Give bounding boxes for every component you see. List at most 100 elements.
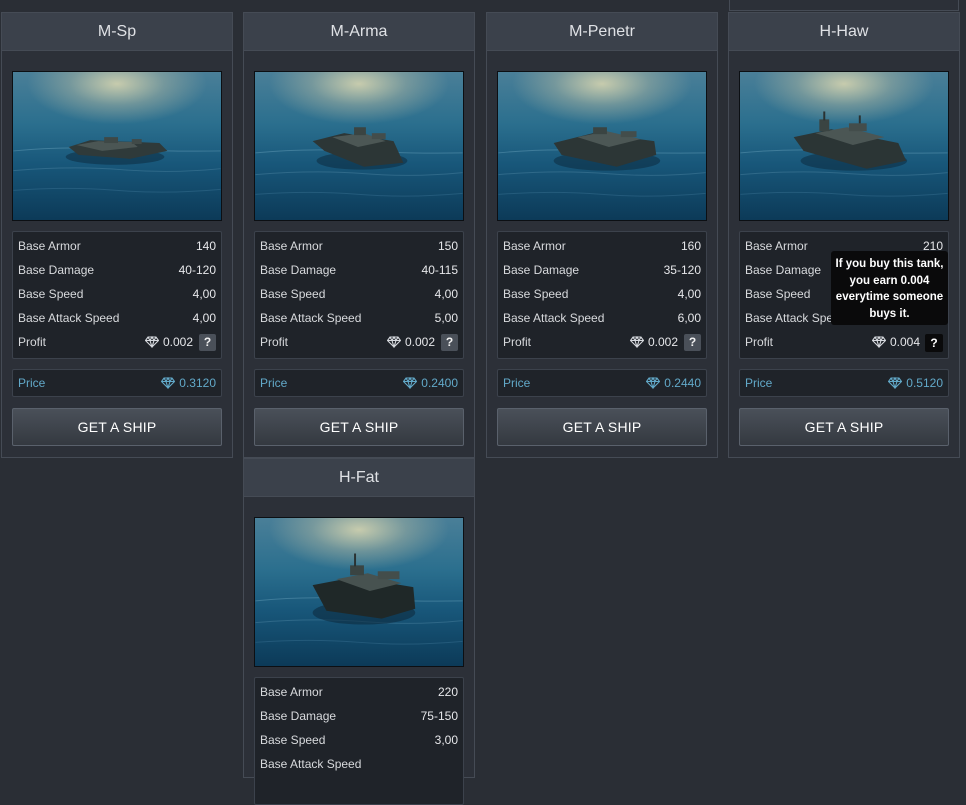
ship-card-m-penetr: M-Penetr Base Armor 160 Base Damage 35-120…	[486, 12, 718, 458]
ship-image	[254, 517, 464, 667]
get-a-ship-button[interactable]: GET A SHIP	[497, 408, 707, 446]
get-a-ship-button[interactable]: GET A SHIP	[254, 408, 464, 446]
ship-image	[254, 71, 464, 221]
stat-label: Profit	[503, 335, 532, 349]
stat-label: Base Speed	[503, 287, 569, 301]
stat-label: Profit	[745, 335, 774, 349]
price-amount: 0.2440	[664, 376, 701, 390]
stat-label: Base Attack Speed	[260, 757, 362, 771]
stat-label: Base Armor	[260, 239, 323, 253]
stat-base-speed: Base Speed 4,00	[498, 282, 706, 306]
profit-help-button-active[interactable]: ?	[925, 334, 943, 352]
stat-value: 35-120	[663, 263, 701, 277]
price-value-group: 0.5120	[888, 376, 943, 390]
ship-stats: Base Armor 160 Base Damage 35-120 Base Spe…	[497, 231, 707, 359]
diamond-icon	[646, 377, 661, 389]
stat-base-damage: Base Damage 75-150	[255, 704, 463, 728]
price-value-group: 0.2440	[646, 376, 701, 390]
stat-profit: Profit 0.004 ?	[740, 330, 948, 354]
stat-label: Base Damage	[260, 263, 337, 277]
profit-amount: 0.002	[404, 335, 435, 349]
stat-label: Profit	[260, 335, 289, 349]
ship-name: M-Arma	[244, 13, 474, 51]
stat-label: Base Attack Speed	[260, 311, 362, 325]
price-value-group: 0.2400	[403, 376, 458, 390]
stat-value: 150	[437, 239, 458, 253]
stat-base-attack-speed: Base Attack Speed 6,00	[498, 306, 706, 330]
profit-help-button[interactable]: ?	[441, 333, 458, 351]
price-box: Price 0.2440	[497, 369, 707, 397]
profit-tooltip: If you buy this tank, you earn 0.004 eve…	[831, 251, 948, 325]
diamond-icon	[386, 336, 401, 348]
diamond-icon	[871, 336, 886, 348]
stat-profit: Profit 0.002 ?	[13, 330, 221, 354]
profit-amount: 0.002	[647, 335, 678, 349]
get-a-ship-button[interactable]: GET A SHIP	[739, 408, 949, 446]
stat-label: Base Attack Speed	[18, 311, 120, 325]
price-value-group: 0.3120	[161, 376, 216, 390]
ship-stats: Base Armor 220 Base Damage 75-150 Base Spe…	[254, 677, 464, 805]
stat-value: 4,00	[434, 287, 458, 301]
stat-value: 4,00	[192, 311, 216, 325]
stat-base-damage: Base Damage 35-120	[498, 258, 706, 282]
stat-base-attack-speed: Base Attack Speed 4,00	[13, 306, 221, 330]
profit-value-group: 0.002 ?	[144, 333, 216, 351]
stat-label: Base Speed	[745, 287, 811, 301]
profit-help-button[interactable]: ?	[199, 333, 216, 351]
stat-label: Base Armor	[18, 239, 81, 253]
price-label: Price	[503, 376, 531, 390]
stat-base-attack-speed: Base Attack Speed 5,00	[255, 306, 463, 330]
ship-name: M-Sp	[2, 13, 232, 51]
stat-label: Base Speed	[18, 287, 84, 301]
ship-card-h-fat: H-Fat Base Armor 220 Base Damage 75-150 Ba…	[243, 458, 475, 805]
stat-label: Base Damage	[745, 263, 822, 277]
stat-value: 6,00	[677, 311, 701, 325]
price-amount: 0.5120	[906, 376, 943, 390]
ship-card-m-sp: M-Sp Base Armor 140 Base Damage 40-120 Bas…	[1, 12, 233, 458]
stat-label: Base Armor	[260, 685, 323, 699]
stat-base-speed: Base Speed 4,00	[13, 282, 221, 306]
diamond-icon	[629, 336, 644, 348]
ship-image	[497, 71, 707, 221]
stat-value: 40-120	[178, 263, 216, 277]
ship-card-h-haw: H-Haw Base Armor 210 Base Damage Base Spe…	[728, 12, 960, 458]
price-label: Price	[260, 376, 288, 390]
diamond-icon	[144, 336, 159, 348]
stat-base-attack-speed: Base Attack Speed	[255, 752, 463, 776]
profit-help-button[interactable]: ?	[684, 333, 701, 351]
diamond-icon	[161, 377, 176, 389]
stat-value: 5,00	[434, 311, 458, 325]
stat-base-armor: Base Armor 150	[255, 234, 463, 258]
stat-label: Base Damage	[18, 263, 95, 277]
ship-name: H-Fat	[244, 459, 474, 497]
stat-value: 3,00	[434, 733, 458, 747]
stat-label: Base Speed	[260, 287, 326, 301]
price-box: Price 0.5120	[739, 369, 949, 397]
stat-label: Base Attack Speed	[503, 311, 605, 325]
stat-profit: Profit 0.002 ?	[255, 330, 463, 354]
stat-value: 220	[437, 685, 458, 699]
stat-label: Profit	[18, 335, 47, 349]
price-box: Price 0.2400	[254, 369, 464, 397]
stat-value: 75-150	[420, 709, 458, 723]
ship-card-m-arma: M-Arma Base Armor 150 Base Damage 40-115 B…	[243, 12, 475, 458]
stat-label: Base Damage	[503, 263, 580, 277]
profit-value-group: 0.002 ?	[629, 333, 701, 351]
price-amount: 0.2400	[421, 376, 458, 390]
stat-base-damage: Base Damage 40-115	[255, 258, 463, 282]
price-label: Price	[18, 376, 46, 390]
stat-label: Base Speed	[260, 733, 326, 747]
stat-base-damage: Base Damage 40-120	[13, 258, 221, 282]
stat-label: Base Damage	[260, 709, 337, 723]
price-label: Price	[745, 376, 773, 390]
ship-name: H-Haw	[729, 13, 959, 51]
stat-profit: Profit 0.002 ?	[498, 330, 706, 354]
stat-label: Base Armor	[503, 239, 566, 253]
get-a-ship-button[interactable]: GET A SHIP	[12, 408, 222, 446]
ship-image	[739, 71, 949, 221]
profit-amount: 0.004	[889, 335, 920, 349]
diamond-icon	[888, 377, 903, 389]
ship-stats: Base Armor 140 Base Damage 40-120 Base Spe…	[12, 231, 222, 359]
previous-card-edge	[729, 0, 959, 11]
stat-base-armor: Base Armor 160	[498, 234, 706, 258]
